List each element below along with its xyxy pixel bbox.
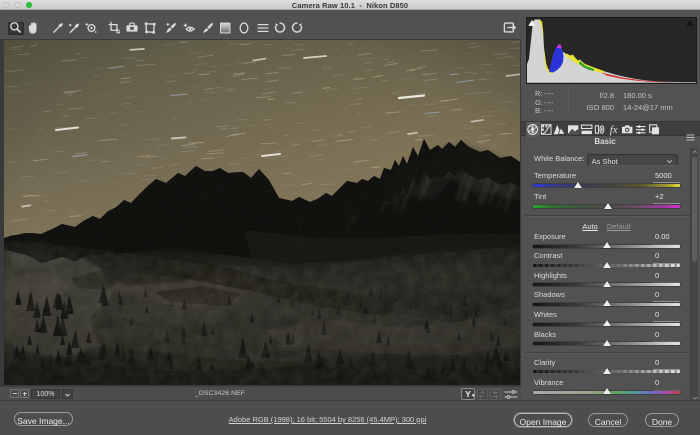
svg-text:fx: fx <box>610 123 618 135</box>
